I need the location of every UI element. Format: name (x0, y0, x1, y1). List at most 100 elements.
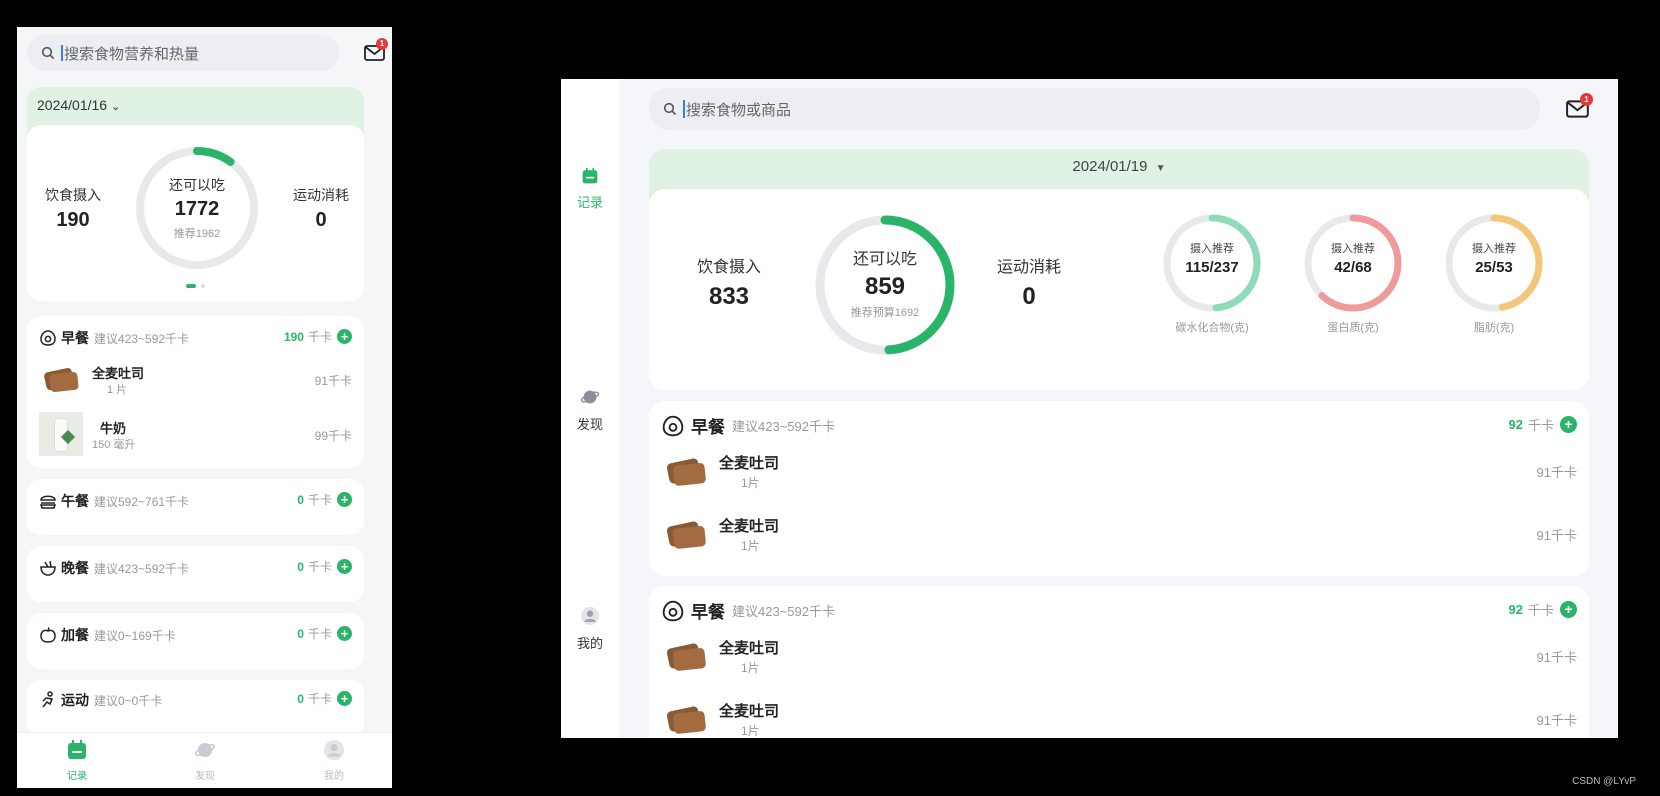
tab-record[interactable]: 记录 (47, 739, 107, 782)
meal-suggest: 建议0~169千卡 (94, 628, 176, 643)
sidebar-item-discover[interactable]: 发现 (561, 387, 619, 433)
food-kcal: 91千卡 (1536, 713, 1577, 728)
add-food-button[interactable]: + (1560, 601, 1577, 618)
sidebar-item-record[interactable]: 记录 (561, 167, 619, 211)
add-food-button[interactable]: + (337, 329, 352, 344)
summary-card: 饮食摄入 190 还可以吃 1772 推荐1962 运动消耗 0 (27, 125, 364, 301)
page-indicator[interactable] (186, 284, 210, 288)
macro-top-label: 摄入推荐 (1472, 243, 1516, 255)
meal-kcal: 0 (297, 626, 304, 641)
tab-mine[interactable]: 我的 (304, 739, 364, 782)
search-input[interactable]: 搜索食物营养和热量 (27, 35, 339, 71)
date-text: 2024/01/16 (37, 97, 108, 113)
mail-button[interactable]: 1 (364, 38, 388, 62)
food-name: 全麦吐司 (719, 455, 780, 472)
meal-card-breakfast-2: 早餐 建议423~592千卡 92 千卡 + 全麦吐司 1片 91千卡 全麦吐司… (649, 586, 1589, 738)
exercise-label: 运动消耗 (996, 259, 1061, 276)
food-kcal: 91千卡 (314, 374, 352, 388)
text-cursor (683, 100, 685, 118)
food-amount: 1 片 (107, 384, 128, 396)
date-text: 2024/01/19 (1072, 158, 1148, 175)
meal-card-breakfast: 早餐 建议423~592千卡 92 千卡 + 全麦吐司 1片 91千卡 全麦吐司… (649, 401, 1589, 576)
recommend-text: 推荐预算1692 (850, 307, 920, 319)
sidebar-item-mine[interactable]: 我的 (561, 606, 619, 652)
apple-icon (40, 627, 56, 643)
food-amount: 1片 (741, 661, 760, 675)
meal-card-exercise: 运动 建议0~0千卡 0 千卡 + (27, 680, 364, 736)
meal-suggest: 建议423~592千卡 (94, 561, 190, 576)
search-icon (663, 102, 677, 116)
user-icon (324, 740, 344, 760)
food-name: 全麦吐司 (719, 640, 780, 657)
meal-suggest: 建议423~592千卡 (732, 419, 835, 434)
mail-button[interactable]: 1 (1566, 93, 1593, 119)
macro-label: 蛋白质(克) (1327, 322, 1379, 334)
macro-value: 25/53 (1475, 259, 1513, 276)
meal-card-snack: 加餐 建议0~169千卡 0 千卡 + (27, 613, 364, 669)
macro-top-label: 摄入推荐 (1331, 243, 1375, 255)
food-name: 全麦吐司 (92, 366, 145, 381)
meal-title: 早餐 (691, 603, 725, 622)
search-input[interactable]: 搜索食物或商品 (649, 88, 1540, 130)
macro-value: 115/237 (1185, 259, 1239, 276)
meal-card-breakfast: 早餐 建议423~592千卡 190 千卡 + 全麦吐司 1 片 91千卡 牛奶… (27, 316, 364, 468)
add-food-button[interactable]: + (337, 626, 352, 641)
add-food-button[interactable]: + (337, 492, 352, 507)
exercise-value: 0 (1022, 283, 1036, 310)
tab-label: 发现 (195, 771, 215, 782)
summary-card: 饮食摄入 833 还可以吃 859 推荐预算1692 运动消耗 0 摄入推荐 1… (649, 189, 1589, 390)
egg-icon (662, 600, 684, 621)
remaining-value: 859 (864, 273, 906, 300)
meal-suggest: 建议423~592千卡 (732, 604, 835, 619)
food-name: 全麦吐司 (719, 703, 780, 720)
meal-kcal: 0 (297, 691, 304, 706)
meal-kcal-unit: 千卡 (307, 330, 332, 344)
meal-kcal: 0 (297, 559, 304, 574)
macro-label: 脂肪(克) (1473, 322, 1515, 334)
burger-icon (39, 495, 57, 509)
mail-badge: 1 (1580, 93, 1593, 106)
add-food-button[interactable]: + (337, 691, 352, 706)
meal-kcal-unit: 千卡 (1527, 418, 1554, 433)
bowl-icon (40, 560, 56, 576)
meal-kcal: 92 (1508, 602, 1523, 617)
user-icon (580, 606, 600, 626)
tab-label: 记录 (67, 771, 87, 782)
toast-image (666, 458, 706, 486)
meal-kcal-unit: 千卡 (307, 692, 332, 706)
caret-down-icon: ▼ (1155, 163, 1166, 174)
add-food-button[interactable]: + (337, 559, 352, 574)
food-kcal: 91千卡 (1536, 465, 1577, 480)
date-selector[interactable]: 2024/01/16 ⌄ (37, 97, 120, 113)
sidebar-label: 发现 (576, 417, 603, 432)
search-placeholder: 搜索食物或商品 (686, 101, 792, 119)
bottom-tab-bar: 记录 发现 我的 (17, 732, 392, 788)
food-amount: 1片 (741, 476, 760, 490)
food-kcal: 99千卡 (314, 429, 352, 443)
toast-image (44, 368, 79, 393)
egg-icon (40, 330, 56, 346)
date-selector[interactable]: 2024/01/19 ▼ (649, 158, 1589, 175)
intake-label: 饮食摄入 (45, 187, 101, 203)
meal-kcal: 92 (1508, 417, 1523, 432)
phone-screen: 搜索食物营养和热量 1 2024/01/16 ⌄ 饮食摄入 190 还可以吃 1… (17, 27, 392, 788)
meal-title: 加餐 (61, 627, 89, 643)
meal-card-lunch: 午餐 建议592~761千卡 0 千卡 + (27, 479, 364, 535)
meal-title: 运动 (61, 692, 89, 708)
text-cursor (61, 45, 63, 61)
tab-label: 我的 (324, 771, 344, 782)
search-placeholder: 搜索食物营养和热量 (64, 45, 200, 63)
food-kcal: 91千卡 (1536, 528, 1577, 543)
planet-icon (195, 743, 215, 757)
remaining-label: 还可以吃 (852, 251, 917, 268)
tab-discover[interactable]: 发现 (175, 739, 235, 782)
food-kcal: 91千卡 (1536, 650, 1577, 665)
meal-suggest: 建议592~761千卡 (94, 494, 190, 509)
toast-image (666, 521, 706, 549)
add-food-button[interactable]: + (1560, 416, 1577, 433)
milk-image (39, 412, 83, 456)
search-icon (41, 46, 55, 60)
tablet-screen: 记录 发现 我的 搜索食物或商品 1 2024/01/19 ▼ 饮食摄入 833 (561, 79, 1618, 738)
mail-badge: 1 (376, 38, 388, 50)
macro-value: 42/68 (1334, 259, 1372, 276)
